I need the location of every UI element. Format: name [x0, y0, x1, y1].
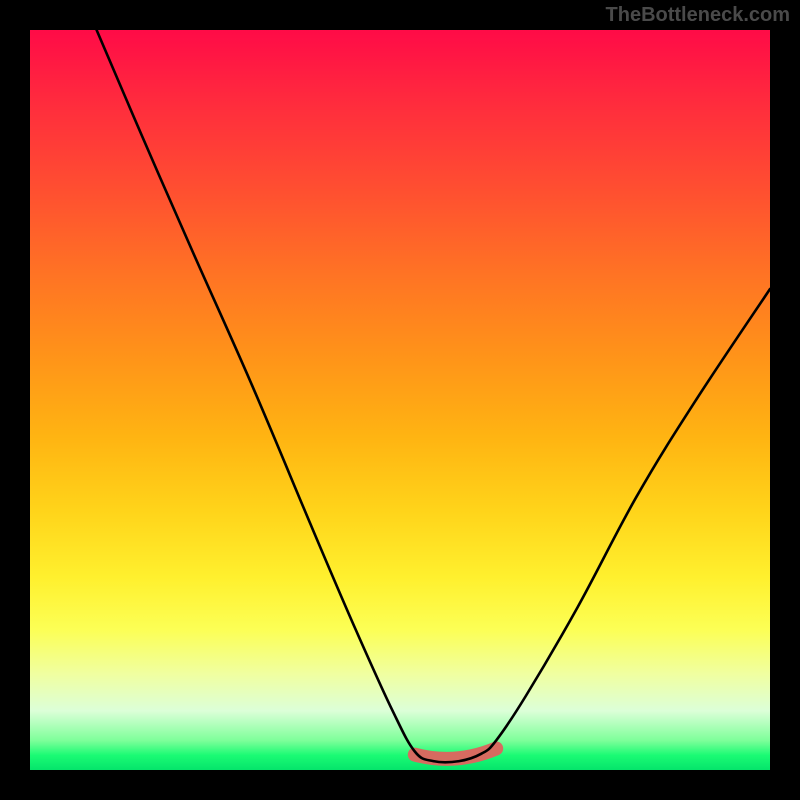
watermark-text: TheBottleneck.com: [606, 4, 790, 27]
chart-plot-area: [30, 30, 770, 770]
chart-curve-line: [97, 30, 770, 762]
chart-svg: [30, 30, 770, 770]
